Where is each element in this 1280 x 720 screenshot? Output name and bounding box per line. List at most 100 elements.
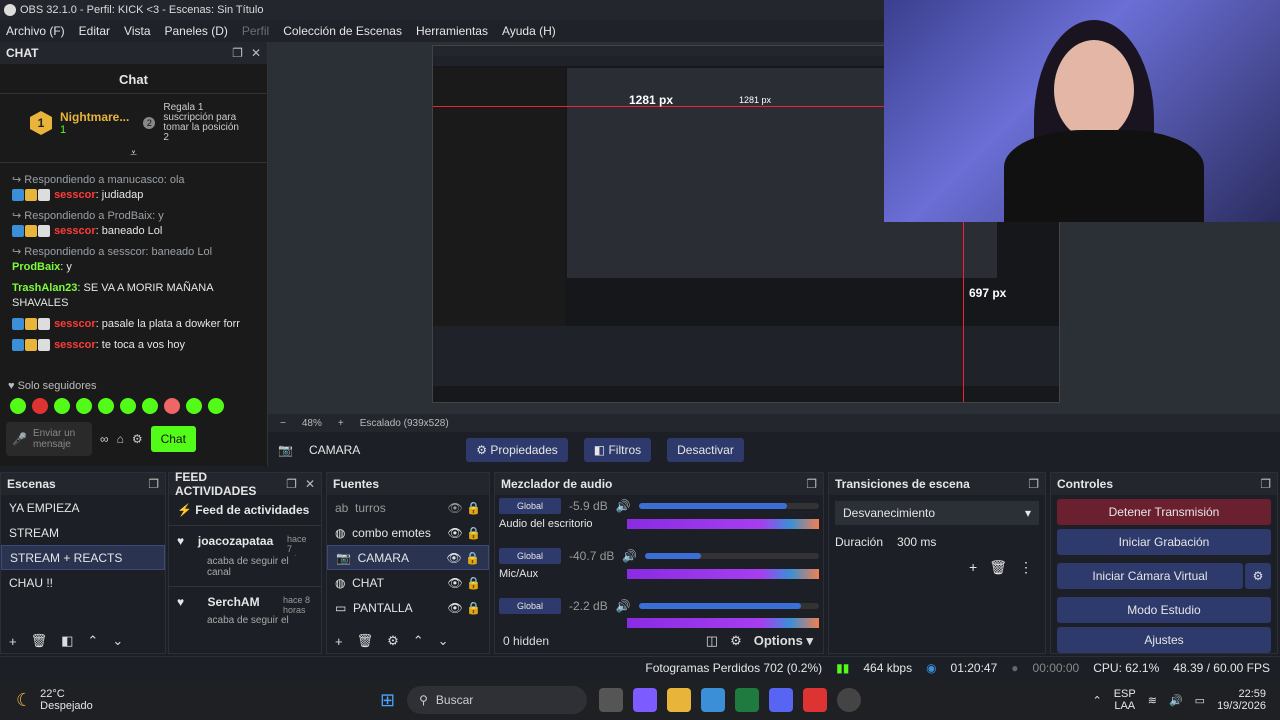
source-item[interactable]: ▭ PANTALLA 👁 🔒 xyxy=(327,595,489,620)
source-item-selected[interactable]: 📷 CAMARA 👁 🔒 xyxy=(327,545,489,570)
chat-user[interactable]: ProdBaix xyxy=(12,261,60,273)
clock-time[interactable]: 22:59 xyxy=(1238,688,1266,700)
menu-perfil[interactable]: Perfil xyxy=(242,24,269,38)
chevron-down-icon[interactable]: ⌄ xyxy=(438,633,449,649)
chat-user[interactable]: TrashAlan23 xyxy=(12,282,77,294)
close-icon[interactable]: ✕ xyxy=(251,46,261,60)
channel-global-button[interactable]: Global xyxy=(499,548,562,564)
source-item[interactable]: ab turros 👁 🔒 xyxy=(327,495,489,520)
obs-icon[interactable] xyxy=(837,688,862,712)
volume-slider[interactable] xyxy=(645,553,819,559)
scene-item-selected[interactable]: STREAM + REACTS xyxy=(1,545,165,570)
menu-paneles[interactable]: Paneles (D) xyxy=(165,24,228,38)
add-icon[interactable]: + xyxy=(969,559,977,576)
emote-icon[interactable] xyxy=(32,398,48,414)
taskbar-search[interactable]: ⚲ Buscar xyxy=(407,686,588,714)
emote-icon[interactable] xyxy=(164,398,180,414)
badges-icon[interactable]: ∞ xyxy=(100,432,109,446)
source-item[interactable]: ◍ combo emotes 👁 🔒 xyxy=(327,520,489,545)
gear-icon[interactable]: ⚙ xyxy=(730,633,742,649)
layout-icon[interactable]: ◫ xyxy=(706,633,718,649)
zoom-out-button[interactable]: − xyxy=(280,418,286,429)
volume-icon[interactable]: 🔊 xyxy=(616,599,631,613)
close-icon[interactable]: ✕ xyxy=(305,477,315,491)
filter-icon[interactable]: ◧ xyxy=(61,633,73,649)
menu-coleccion[interactable]: Colección de Escenas xyxy=(283,24,402,38)
emote-icon[interactable] xyxy=(54,398,70,414)
virtual-camera-button[interactable]: Iniciar Cámara Virtual xyxy=(1057,563,1243,589)
trash-icon[interactable]: 🗑 xyxy=(31,633,48,649)
emote-icon[interactable] xyxy=(208,398,224,414)
menu-editar[interactable]: Editar xyxy=(79,24,110,38)
options-button[interactable]: Options ▾ xyxy=(754,633,813,649)
deactivate-button[interactable]: Desactivar xyxy=(667,438,744,462)
chevron-down-icon[interactable]: ⩡ xyxy=(0,146,267,162)
virtual-camera-settings-icon[interactable]: ⚙ xyxy=(1245,563,1271,589)
source-item[interactable]: ◍ CHAT 👁 🔒 xyxy=(327,570,489,595)
settings-button[interactable]: Ajustes xyxy=(1057,627,1271,653)
notepad-icon[interactable] xyxy=(701,688,726,712)
stop-stream-button[interactable]: Detener Transmisión xyxy=(1057,499,1271,525)
scene-item[interactable]: YA EMPIEZA xyxy=(1,495,165,520)
add-icon[interactable]: + xyxy=(9,634,17,649)
filters-button[interactable]: ◧ Filtros xyxy=(583,438,652,462)
float-icon[interactable]: ❐ xyxy=(1260,477,1271,491)
clock-date[interactable]: 19/3/2026 xyxy=(1217,700,1266,712)
volume-icon[interactable]: 🔊 xyxy=(616,499,631,513)
more-icon[interactable]: ⋮ xyxy=(1019,559,1033,576)
add-icon[interactable]: + xyxy=(335,634,343,649)
emote-icon[interactable] xyxy=(120,398,136,414)
mic-icon[interactable]: 🎤 xyxy=(12,432,27,446)
chevron-down-icon[interactable]: ⌄ xyxy=(112,633,123,649)
gear-icon[interactable]: ⚙ xyxy=(132,432,143,446)
menu-vista[interactable]: Vista xyxy=(124,24,150,38)
studio-mode-button[interactable]: Modo Estudio xyxy=(1057,597,1271,623)
volume-icon[interactable]: 🔊 xyxy=(1169,694,1183,707)
scene-item[interactable]: STREAM xyxy=(1,520,165,545)
transition-select[interactable]: Desvanecimiento ▾ xyxy=(835,501,1039,525)
trash-icon[interactable]: 🗑 xyxy=(989,559,1007,576)
duration-input[interactable]: 300 ms xyxy=(897,535,1039,549)
emote-icon[interactable] xyxy=(10,398,26,414)
battery-icon[interactable]: ▭ xyxy=(1195,694,1205,707)
menu-archivo[interactable]: Archivo (F) xyxy=(6,24,65,38)
top-user[interactable]: Nightmare... xyxy=(60,110,129,124)
chat-user[interactable]: sesscor xyxy=(54,189,96,201)
task-view-icon[interactable] xyxy=(599,688,624,712)
copilot-icon[interactable] xyxy=(633,688,658,712)
weather-widget[interactable]: ☾ 22°C Despejado xyxy=(0,688,380,712)
float-icon[interactable]: ❐ xyxy=(806,477,817,491)
volume-slider[interactable] xyxy=(638,503,819,509)
emote-icon[interactable] xyxy=(76,398,92,414)
chat-send-button[interactable]: Chat xyxy=(150,426,196,452)
file-explorer-icon[interactable] xyxy=(667,688,692,712)
chevron-up-icon[interactable]: ⌃ xyxy=(413,633,424,649)
volume-icon[interactable]: 🔊 xyxy=(622,549,637,563)
emote-icon[interactable] xyxy=(186,398,202,414)
chat-user[interactable]: sesscor xyxy=(54,339,96,351)
scene-item[interactable]: CHAU !! xyxy=(1,570,165,595)
discord-icon[interactable] xyxy=(769,688,794,712)
float-icon[interactable]: ❐ xyxy=(232,46,243,60)
excel-icon[interactable] xyxy=(735,688,760,712)
properties-button[interactable]: ⚙ Propiedades xyxy=(466,438,568,462)
tray-chevron-icon[interactable]: ⌃ xyxy=(1093,694,1102,707)
zoom-in-button[interactable]: + xyxy=(338,418,344,429)
chat-user[interactable]: sesscor xyxy=(54,318,96,330)
channel-global-button[interactable]: Global xyxy=(499,498,562,514)
wifi-icon[interactable]: ≋ xyxy=(1148,694,1157,707)
volume-slider[interactable] xyxy=(638,603,819,609)
channel-global-button[interactable]: Global xyxy=(499,598,562,614)
chat-user[interactable]: sesscor xyxy=(54,225,96,237)
emote-icon[interactable] xyxy=(98,398,114,414)
emote-icon[interactable] xyxy=(142,398,158,414)
store-icon[interactable]: ⌂ xyxy=(117,432,124,446)
start-icon[interactable]: ⊞ xyxy=(380,690,395,711)
chrome-icon[interactable] xyxy=(803,688,828,712)
float-icon[interactable]: ❐ xyxy=(148,477,159,491)
menu-ayuda[interactable]: Ayuda (H) xyxy=(502,24,556,38)
float-icon[interactable]: ❐ xyxy=(286,477,297,491)
float-icon[interactable]: ❐ xyxy=(1028,477,1039,491)
chevron-up-icon[interactable]: ⌃ xyxy=(87,633,98,649)
gear-icon[interactable]: ⚙ xyxy=(387,633,399,649)
